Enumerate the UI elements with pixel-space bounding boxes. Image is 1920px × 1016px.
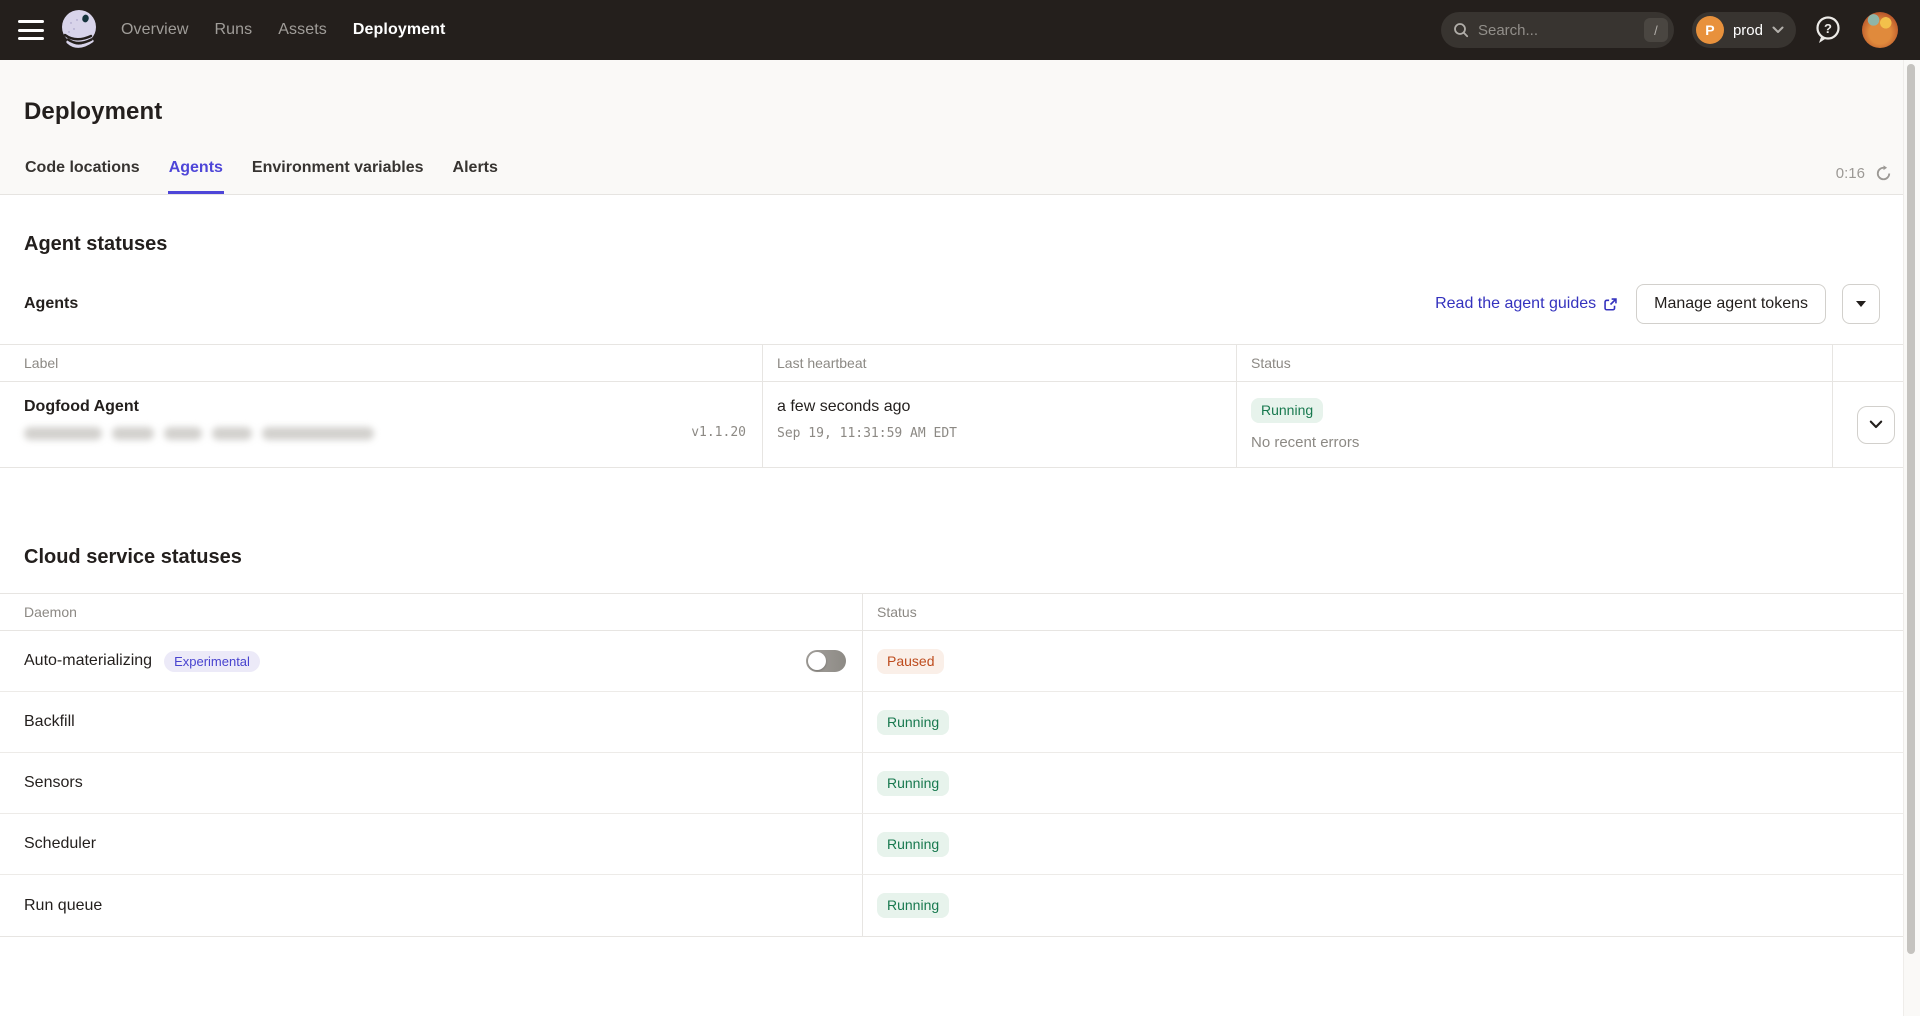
nav-item-overview[interactable]: Overview	[121, 21, 188, 39]
daemon-cell: Run queue	[0, 875, 863, 936]
agent-errors-text: No recent errors	[1251, 434, 1816, 451]
daemon-status-cell: Running	[863, 875, 1920, 936]
agent-name: Dogfood Agent	[24, 398, 746, 416]
agent-status-badge: Running	[1251, 398, 1323, 423]
dagster-logo-icon[interactable]	[59, 8, 99, 52]
manage-agent-tokens-button[interactable]: Manage agent tokens	[1636, 284, 1826, 324]
daemon-cell: Backfill	[0, 692, 863, 752]
status-badge: Running	[877, 771, 949, 796]
agents-table: Label Last heartbeat Status Dogfood Agen…	[0, 344, 1920, 468]
help-icon[interactable]: ?	[1814, 15, 1844, 45]
auto-materializing-toggle[interactable]	[806, 650, 846, 672]
cloud-table-header: Daemon Status	[0, 594, 1920, 631]
agent-heartbeat-cell: a few seconds ago Sep 19, 11:31:59 AM ED…	[763, 382, 1237, 467]
agents-subheading: Agents	[24, 295, 78, 313]
daemon-row-run-queue: Run queue Running	[0, 875, 1920, 936]
agent-label-cell: Dogfood Agent v1.1.20	[0, 382, 763, 467]
experimental-badge: Experimental	[164, 651, 260, 672]
tab-bar: Code locations Agents Environment variab…	[0, 159, 1920, 194]
search-input[interactable]: Search... /	[1441, 12, 1674, 48]
agent-guides-link[interactable]: Read the agent guides	[1435, 295, 1618, 313]
tokens-menu-button[interactable]	[1842, 284, 1880, 324]
status-badge: Running	[877, 710, 949, 735]
refresh-countdown-group: 0:16	[1836, 165, 1892, 194]
workspace-badge: P	[1696, 16, 1724, 44]
tab-code-locations[interactable]: Code locations	[24, 159, 141, 194]
daemon-status-cell: Paused	[863, 631, 1920, 691]
col-header-status: Status	[1237, 345, 1833, 381]
nav-item-runs[interactable]: Runs	[214, 21, 252, 39]
agent-status-cell: Running No recent errors	[1237, 382, 1833, 467]
page-title: Deployment	[0, 98, 1920, 126]
external-link-icon	[1603, 297, 1618, 312]
daemon-row-backfill: Backfill Running	[0, 692, 1920, 753]
daemon-name: Auto-materializing	[24, 652, 152, 670]
nav-item-assets[interactable]: Assets	[278, 21, 327, 39]
nav-right-cluster: Search... / P prod ?	[1441, 12, 1898, 48]
refresh-countdown: 0:16	[1836, 165, 1865, 182]
agent-id-redacted	[24, 427, 374, 440]
status-badge: Running	[877, 832, 949, 857]
cloud-service-statuses-heading: Cloud service statuses	[24, 546, 1896, 569]
daemon-name: Run queue	[24, 897, 102, 915]
col-header-daemon: Daemon	[0, 594, 863, 630]
chevron-down-icon	[1869, 420, 1883, 429]
main-content: Agent statuses Agents Read the agent gui…	[0, 233, 1920, 937]
daemon-status-cell: Running	[863, 753, 1920, 813]
page-header: Deployment Code locations Agents Environ…	[0, 60, 1920, 195]
daemon-cell: Sensors	[0, 753, 863, 813]
agents-toolbar: Agents Read the agent guides Manage agen…	[24, 284, 1880, 324]
col-header-last-heartbeat: Last heartbeat	[763, 345, 1237, 381]
col-header-label: Label	[0, 345, 763, 381]
daemon-cell: Scheduler	[0, 814, 863, 874]
search-icon	[1453, 22, 1469, 38]
workspace-name: prod	[1733, 22, 1763, 39]
daemon-cell: Auto-materializing Experimental	[0, 631, 863, 691]
daemon-row-scheduler: Scheduler Running	[0, 814, 1920, 875]
col-header-status: Status	[863, 594, 1920, 630]
daemon-name: Sensors	[24, 774, 83, 792]
search-placeholder: Search...	[1478, 22, 1538, 39]
daemon-row-auto-materializing: Auto-materializing Experimental Paused	[0, 631, 1920, 692]
user-avatar[interactable]	[1862, 12, 1898, 48]
daemon-status-cell: Running	[863, 692, 1920, 752]
cloud-services-table: Daemon Status Auto-materializing Experim…	[0, 593, 1920, 937]
status-badge: Paused	[877, 649, 944, 674]
menu-icon[interactable]	[18, 20, 44, 40]
agent-version: v1.1.20	[691, 425, 746, 440]
status-badge: Running	[877, 893, 949, 918]
heartbeat-relative: a few seconds ago	[777, 398, 1220, 416]
agent-row: Dogfood Agent v1.1.20 a few seconds ago …	[0, 382, 1920, 467]
search-shortcut-key: /	[1644, 18, 1668, 42]
workspace-switcher[interactable]: P prod	[1692, 12, 1796, 48]
agent-statuses-heading: Agent statuses	[24, 233, 1896, 256]
chevron-down-icon	[1772, 26, 1784, 34]
tab-alerts[interactable]: Alerts	[452, 159, 499, 194]
agent-guides-link-label: Read the agent guides	[1435, 295, 1596, 313]
scrollbar-thumb[interactable]	[1907, 64, 1915, 954]
heartbeat-absolute: Sep 19, 11:31:59 AM EDT	[777, 426, 1220, 441]
tab-agents[interactable]: Agents	[168, 159, 224, 194]
svg-text:?: ?	[1824, 21, 1832, 36]
tab-environment-variables[interactable]: Environment variables	[251, 159, 425, 194]
nav-item-deployment[interactable]: Deployment	[353, 21, 446, 39]
top-nav: Overview Runs Assets Deployment Search..…	[0, 0, 1920, 60]
scrollbar-track	[1903, 60, 1920, 1016]
daemon-name: Scheduler	[24, 835, 96, 853]
daemon-status-cell: Running	[863, 814, 1920, 874]
agent-row-expand-button[interactable]	[1857, 406, 1895, 444]
primary-nav: Overview Runs Assets Deployment	[121, 21, 445, 39]
daemon-name: Backfill	[24, 713, 75, 731]
refresh-icon[interactable]	[1875, 165, 1892, 182]
agents-table-header: Label Last heartbeat Status	[0, 345, 1920, 382]
daemon-row-sensors: Sensors Running	[0, 753, 1920, 814]
triangle-down-icon	[1856, 301, 1866, 307]
